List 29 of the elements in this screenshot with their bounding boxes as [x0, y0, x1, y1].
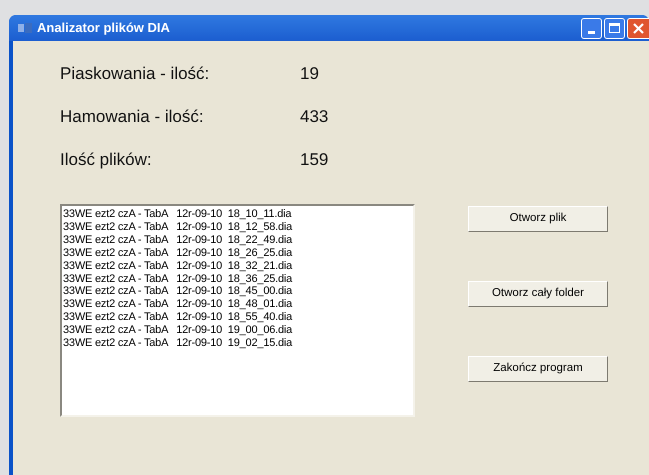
stat-value: 19: [300, 63, 319, 86]
stat-label: Piaskowania - ilość:: [60, 63, 210, 86]
file-list-item[interactable]: 33WE ezt2 czA - TabA 12r-09-10 18_45_00.dia: [63, 285, 412, 298]
action-button[interactable]: Otworz plik: [468, 206, 608, 232]
close-button[interactable]: [627, 18, 649, 38]
stat-label: Ilość plików:: [60, 149, 153, 172]
window-title: Analizator plików DIA: [37, 19, 170, 38]
file-list-item[interactable]: 33WE ezt2 czA - TabA 12r-09-10 19_02_15.dia: [63, 337, 412, 350]
stat-label: Hamowania - ilość:: [60, 106, 205, 128]
file-list-item[interactable]: 33WE ezt2 czA - TabA 12r-09-10 18_22_49.dia: [63, 234, 412, 247]
file-list-item[interactable]: 33WE ezt2 czA - TabA 12r-09-10 18_36_25.dia: [63, 272, 412, 286]
file-list-item[interactable]: 33WE ezt2 czA - TabA 12r-09-10 18_55_40.dia: [63, 311, 412, 324]
file-list[interactable]: [60, 204, 415, 417]
file-list-item[interactable]: 33WE ezt2 czA - TabA 12r-09-10 18_26_25.dia: [63, 246, 412, 260]
maximize-button[interactable]: [604, 18, 625, 38]
file-list-item[interactable]: 33WE ezt2 czA - TabA 12r-09-10 18_12_58.dia: [63, 220, 412, 234]
stat-value: 159: [300, 149, 328, 172]
stat-value: 433: [300, 106, 328, 128]
file-list-item[interactable]: 33WE ezt2 czA - TabA 12r-09-10 18_10_11.dia: [63, 208, 412, 221]
file-list-item[interactable]: 33WE ezt2 czA - TabA 12r-09-10 19_00_06.dia: [63, 324, 412, 338]
maximize-icon: [609, 23, 620, 33]
file-list-item[interactable]: 33WE ezt2 czA - TabA 12r-09-10 18_32_21.dia: [63, 260, 412, 273]
app-icon: [17, 21, 33, 35]
minimize-icon: [588, 30, 595, 34]
close-icon: [633, 22, 644, 34]
file-list-item[interactable]: 33WE ezt2 czA - TabA 12r-09-10 18_48_01.dia: [63, 298, 412, 312]
action-button[interactable]: Zakończ program: [468, 356, 608, 382]
action-button[interactable]: Otworz cały folder: [468, 281, 608, 307]
minimize-button[interactable]: [581, 18, 602, 38]
